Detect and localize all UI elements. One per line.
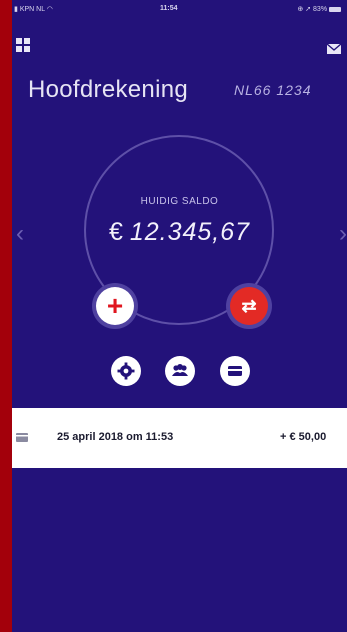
battery-percent: 83% xyxy=(313,6,328,13)
grid-menu-icon[interactable] xyxy=(16,38,30,52)
signal-icon: ▮ xyxy=(14,6,18,13)
envelope-icon[interactable] xyxy=(327,44,341,54)
transfer-button[interactable]: ⇄ xyxy=(230,287,268,325)
balance-label: HUIDIG SALDO xyxy=(140,196,219,207)
balance-value: € 12.345,67 xyxy=(12,218,347,247)
battery-icon xyxy=(329,6,341,12)
card-button[interactable] xyxy=(220,356,250,386)
wifi-icon: ◠ xyxy=(46,6,53,13)
account-title: Hoofdrekening xyxy=(28,76,189,103)
status-bar: ▮ KPN NL ◠ 11:54 ⊕ ➚ 83% xyxy=(12,0,347,18)
add-button[interactable]: + xyxy=(96,287,134,325)
clock: 11:54 xyxy=(160,5,178,12)
carrier-label: ▮ KPN NL ◠ xyxy=(14,5,53,13)
settings-button[interactable] xyxy=(111,356,141,386)
location-icon: ⊕ ➚ xyxy=(297,6,312,13)
transaction-amount: + € 50,00 xyxy=(280,431,327,443)
shared-account-button[interactable] xyxy=(165,356,195,386)
card-icon xyxy=(228,366,242,376)
transaction-row[interactable]: 25 april 2018 om 11:53 + € 50,00 xyxy=(12,408,347,468)
people-icon xyxy=(172,364,188,376)
balance-amount: 12.345,67 xyxy=(129,218,251,246)
banking-app-screen: ▮ KPN NL ◠ 11:54 ⊕ ➚ 83% Hoofdrekening N… xyxy=(12,0,347,632)
account-number: NL66 1234 xyxy=(234,82,312,98)
transaction-date: 25 april 2018 om 11:53 xyxy=(57,431,174,443)
currency-symbol: € xyxy=(108,218,123,246)
carrier-text: KPN NL xyxy=(19,6,45,13)
battery-indicator: ⊕ ➚ 83% xyxy=(297,5,341,13)
card-small-icon xyxy=(16,433,28,442)
gear-icon xyxy=(117,362,135,380)
